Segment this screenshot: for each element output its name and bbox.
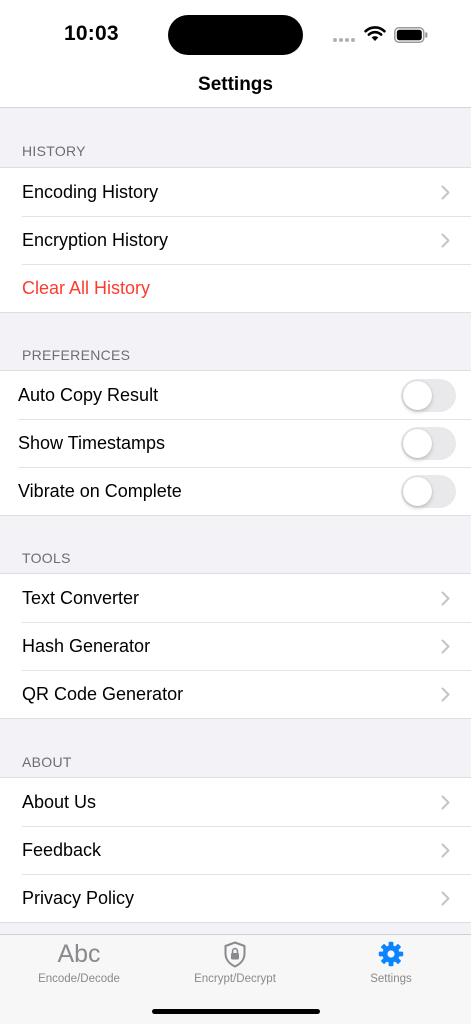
tab-encode-decode[interactable]: Abc Encode/Decode (18, 935, 140, 995)
about-group: About Us Feedback Privacy Policy (0, 777, 471, 923)
row-label: Clear All History (22, 277, 151, 298)
clear-all-history-button[interactable]: Clear All History (0, 264, 471, 312)
lock-shield-icon (224, 941, 246, 968)
row-label: Encoding History (22, 181, 159, 202)
tab-encrypt-decrypt[interactable]: Encrypt/Decrypt (170, 935, 300, 995)
tab-label: Encode/Decode (38, 973, 120, 985)
vibrate-on-complete-row: Vibrate on Complete (0, 467, 471, 515)
status-bar: 10:03 (0, 0, 471, 64)
tools-section-header: TOOLS (22, 550, 71, 566)
row-label: About Us (22, 791, 97, 812)
row-label: Feedback (22, 839, 102, 860)
about-us-row[interactable]: About Us (0, 778, 471, 826)
row-label: Auto Copy Result (18, 384, 159, 405)
vibrate-on-complete-toggle[interactable] (401, 475, 456, 508)
toggle-knob (403, 429, 432, 458)
qr-code-generator-row[interactable]: QR Code Generator (0, 670, 471, 718)
chevron-right-icon (441, 795, 450, 810)
cellular-signal-icon (333, 38, 355, 42)
page-title: Settings (198, 74, 273, 95)
tools-group: Text Converter Hash Generator QR Code Ge… (0, 573, 471, 719)
home-indicator (152, 1009, 320, 1014)
chevron-right-icon (441, 233, 450, 248)
abc-text-icon: Abc (57, 940, 101, 968)
tab-settings[interactable]: Settings (341, 935, 441, 995)
auto-copy-result-toggle[interactable] (401, 379, 456, 412)
row-label: Privacy Policy (22, 887, 135, 908)
row-label: Hash Generator (22, 635, 151, 656)
encoding-history-row[interactable]: Encoding History (0, 168, 471, 216)
navigation-bar: Settings (0, 64, 471, 108)
chevron-right-icon (441, 185, 450, 200)
show-timestamps-toggle[interactable] (401, 427, 456, 460)
chevron-right-icon (441, 591, 450, 606)
history-group: Encoding History Encryption History Clea… (0, 167, 471, 313)
row-label: Show Timestamps (18, 432, 166, 453)
feedback-row[interactable]: Feedback (0, 826, 471, 874)
gear-icon (378, 941, 404, 967)
row-label: QR Code Generator (22, 683, 184, 704)
status-time: 10:03 (64, 22, 119, 45)
privacy-policy-row[interactable]: Privacy Policy (0, 874, 471, 922)
chevron-right-icon (441, 843, 450, 858)
about-section-header: ABOUT (22, 754, 72, 770)
hash-generator-row[interactable]: Hash Generator (0, 622, 471, 670)
auto-copy-result-row: Auto Copy Result (0, 371, 471, 419)
battery-icon (394, 27, 428, 43)
preferences-group: Auto Copy Result Show Timestamps Vibrate… (0, 370, 471, 516)
show-timestamps-row: Show Timestamps (0, 419, 471, 467)
wifi-icon (364, 26, 386, 41)
chevron-right-icon (441, 891, 450, 906)
encryption-history-row[interactable]: Encryption History (0, 216, 471, 264)
tab-label: Encrypt/Decrypt (194, 973, 276, 985)
settings-screen: 10:03 Settings HISTORY Encoding History … (0, 0, 471, 1024)
tab-label: Settings (370, 973, 412, 985)
toggle-knob (403, 477, 432, 506)
row-label: Vibrate on Complete (18, 480, 182, 501)
row-label: Text Converter (22, 587, 140, 608)
toggle-knob (403, 381, 432, 410)
preferences-section-header: PREFERENCES (22, 347, 131, 363)
chevron-right-icon (441, 639, 450, 654)
row-label: Encryption History (22, 229, 169, 250)
chevron-right-icon (441, 687, 450, 702)
text-converter-row[interactable]: Text Converter (0, 574, 471, 622)
history-section-header: HISTORY (22, 143, 86, 159)
dynamic-island (168, 15, 303, 55)
